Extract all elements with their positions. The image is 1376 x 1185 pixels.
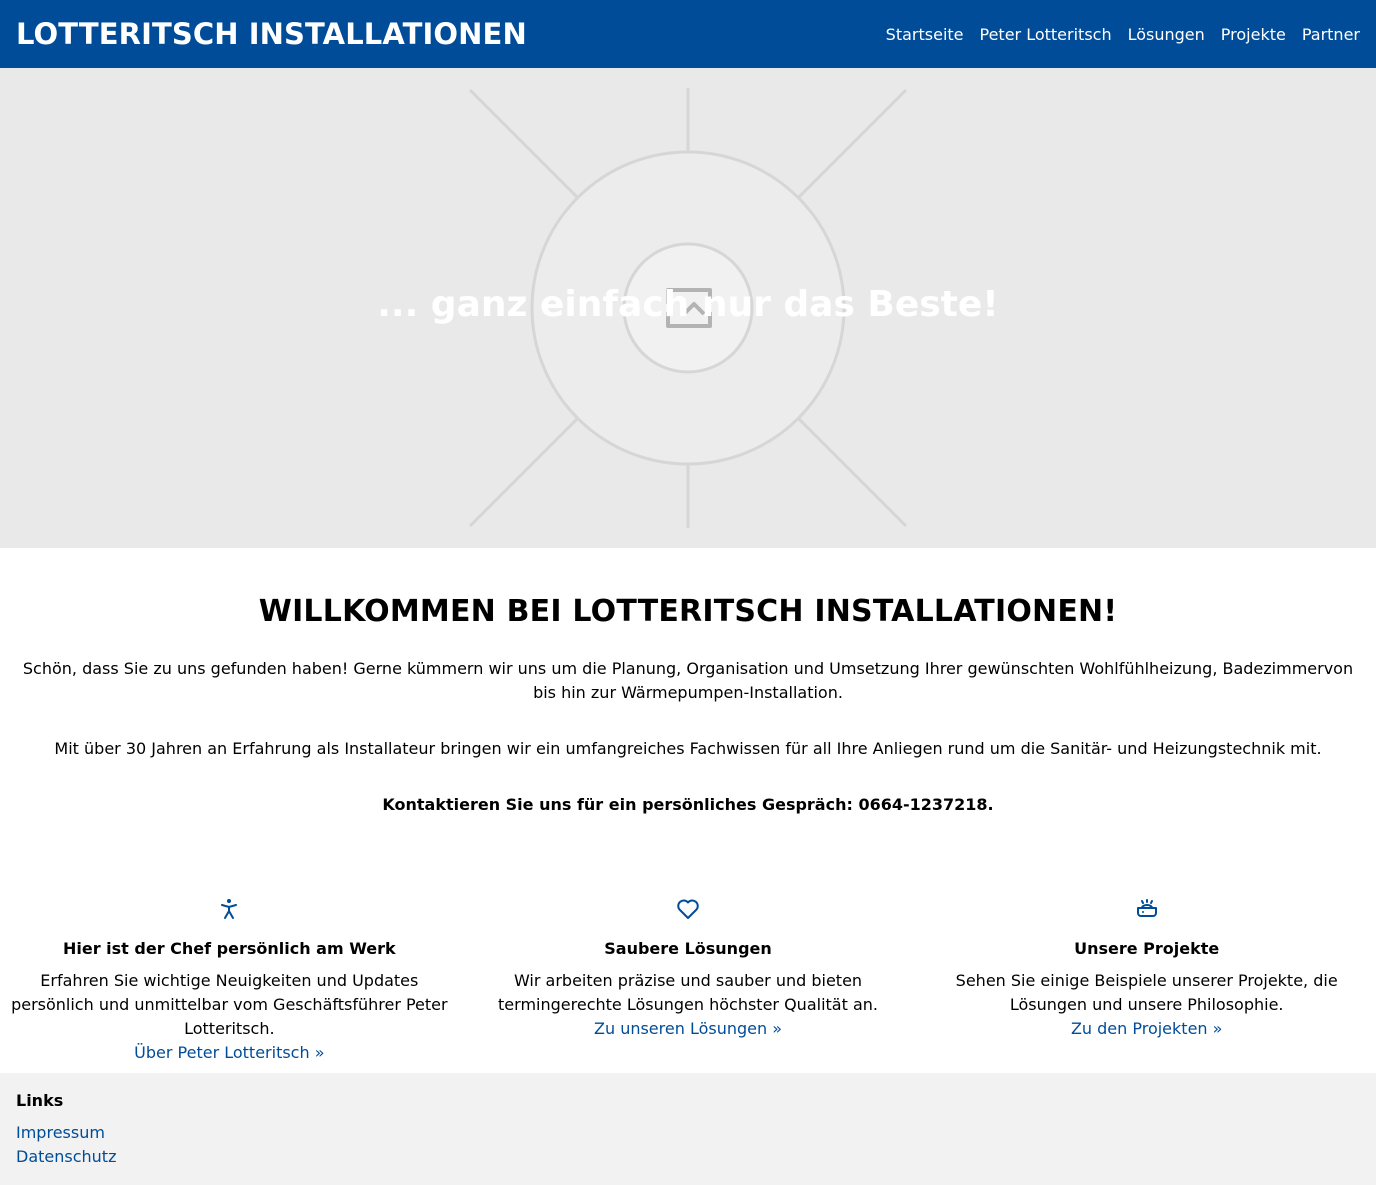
feature-text: Erfahren Sie wichtige Neuigkeiten und Up…: [11, 971, 448, 1038]
feature-chef: Hier ist der Chef persönlich am Werk Erf…: [0, 896, 459, 1065]
features-row: Hier ist der Chef persönlich am Werk Erf…: [0, 896, 1376, 1065]
feature-title: Hier ist der Chef persönlich am Werk: [62, 939, 396, 958]
nav-link-partner[interactable]: Partner: [1302, 25, 1360, 44]
nav-link-startseite[interactable]: Startseite: [886, 25, 964, 44]
main-nav: Startseite Peter Lotteritsch Lösungen Pr…: [886, 25, 1360, 44]
feature-text: Wir arbeiten präzise und sauber und biet…: [498, 971, 878, 1014]
intro-paragraph: Schön, dass Sie zu uns gefunden haben! G…: [22, 659, 1354, 702]
link-projekte[interactable]: Zu den Projekten »: [921, 1017, 1372, 1041]
hero-banner: ... ganz einfach nur das Beste!: [0, 68, 1376, 548]
link-peter-lotteritsch[interactable]: Über Peter Lotteritsch »: [4, 1041, 455, 1065]
feature-title: Saubere Lösungen: [604, 939, 772, 958]
link-loesungen[interactable]: Zu unseren Lösungen »: [463, 1017, 914, 1041]
nav-link-peter-lotteritsch[interactable]: Peter Lotteritsch: [980, 25, 1112, 44]
welcome-section: WILLKOMMEN BEI LOTTERITSCH INSTALLATIONE…: [0, 594, 1376, 817]
site-logo-text[interactable]: LOTTERITSCH INSTALLATIONEN: [16, 17, 527, 51]
heart-icon: [463, 896, 914, 922]
feature-text: Sehen Sie einige Beispiele unserer Proje…: [955, 971, 1338, 1014]
accessibility-person-icon: [4, 896, 455, 922]
bathtub-icon: [921, 896, 1372, 922]
feature-title: Unsere Projekte: [1074, 939, 1220, 958]
footer-link-datenschutz[interactable]: Datenschutz: [16, 1145, 1360, 1169]
footer-heading: Links: [16, 1091, 64, 1110]
nav-link-loesungen[interactable]: Lösungen: [1128, 25, 1205, 44]
footer-link-impressum[interactable]: Impressum: [16, 1121, 1360, 1145]
experience-paragraph: Mit über 30 Jahren an Erfahrung als Inst…: [54, 739, 1322, 758]
feature-projekte: Unsere Projekte Sehen Sie einige Beispie…: [917, 896, 1376, 1065]
contact-paragraph: Kontaktieren Sie uns für ein persönliche…: [382, 795, 994, 814]
welcome-heading: WILLKOMMEN BEI LOTTERITSCH INSTALLATIONE…: [258, 594, 1118, 629]
footer: Links Impressum Datenschutz: [0, 1073, 1376, 1185]
top-navigation-bar: LOTTERITSCH INSTALLATIONEN Startseite Pe…: [0, 0, 1376, 68]
nav-link-projekte[interactable]: Projekte: [1221, 25, 1286, 44]
hero-title: ... ganz einfach nur das Beste!: [377, 284, 999, 325]
feature-loesungen: Saubere Lösungen Wir arbeiten präzise un…: [459, 896, 918, 1065]
